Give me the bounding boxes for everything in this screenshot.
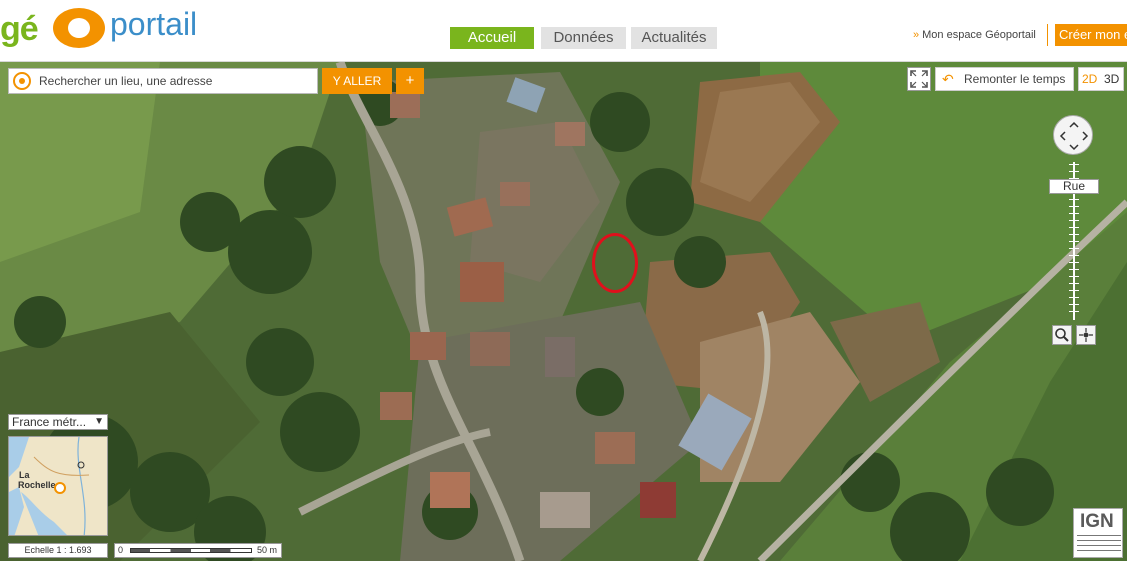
header-divider [1047, 24, 1048, 46]
aerial-imagery [0, 62, 1127, 561]
geoportail-logo[interactable]: gé portail [0, 2, 220, 50]
zoom-tick [1069, 283, 1079, 284]
go-button[interactable]: Y ALLER [322, 68, 392, 94]
tab-actualites[interactable]: Actualités [631, 27, 717, 49]
time-travel-button[interactable]: ↶ Remonter le temps [935, 67, 1074, 91]
map-view[interactable]: Y ALLER + ↶ Remonter le temps 2D 3D Rue [0, 62, 1127, 561]
logo-o-hole [68, 18, 90, 38]
scale-text: Echelle 1 : 1.693 [8, 543, 108, 558]
zoom-tick [1069, 297, 1079, 298]
time-travel-label: Remonter le temps [964, 72, 1066, 86]
zoom-tick [1069, 213, 1079, 214]
view-3d-button[interactable]: 3D [1104, 68, 1119, 90]
zoom-tick [1069, 290, 1079, 291]
zoom-tick [1069, 234, 1079, 235]
more-options-button[interactable]: + [396, 68, 424, 94]
zoom-tick [1069, 206, 1079, 207]
account-link[interactable]: » Mon espace Géoportail [913, 29, 1036, 41]
scale-max-label: 50 m [257, 545, 278, 555]
overview-label-la: La [19, 470, 30, 480]
ign-logo-subtitle [1077, 535, 1121, 555]
zoom-tick [1069, 171, 1079, 172]
projection-value: France métr... [12, 415, 87, 429]
locate-button[interactable] [1076, 325, 1096, 345]
zoom-tick [1069, 262, 1079, 263]
zoom-tick [1069, 304, 1079, 305]
fullscreen-icon [910, 70, 928, 88]
zoom-tick [1069, 255, 1079, 256]
ign-logo[interactable]: IGN [1073, 508, 1123, 558]
pan-control[interactable] [1053, 115, 1093, 155]
fullscreen-button[interactable] [907, 67, 931, 91]
crosshair-icon [1079, 328, 1093, 342]
zoom-tick [1069, 220, 1079, 221]
logo-text-ge: gé [0, 10, 39, 48]
header: gé portail Accueil Données Actualités » M… [0, 0, 1127, 62]
account-link-label: Mon espace Géoportail [922, 29, 1036, 41]
zoom-tick [1069, 248, 1079, 249]
zoom-tick [1069, 276, 1079, 277]
overview-label-rochelle: Rochelle [18, 480, 56, 490]
search-input[interactable] [39, 71, 315, 91]
magnifier-icon [1055, 328, 1069, 342]
geoportail-app: gé portail Accueil Données Actualités » M… [0, 0, 1127, 561]
compass-icon[interactable] [13, 72, 31, 90]
scale-bar: 0 50 m [114, 543, 282, 558]
zoom-search-button[interactable] [1052, 325, 1072, 345]
tab-accueil[interactable]: Accueil [450, 27, 534, 49]
create-account-button[interactable]: Créer mon e [1055, 24, 1127, 46]
view-mode-toggle: 2D 3D [1078, 67, 1124, 91]
zoom-level-label[interactable]: Rue [1049, 179, 1099, 194]
projection-select[interactable]: France métr... ▼ [8, 414, 108, 430]
overview-position-marker [54, 482, 66, 494]
zoom-tick [1069, 269, 1079, 270]
chevron-right-icon: » [913, 29, 920, 41]
overview-map[interactable]: La Rochelle [8, 436, 108, 536]
pan-arrows-icon [1059, 121, 1089, 151]
scale-bar-graphic [130, 548, 252, 553]
logo-text-portail: portail [110, 6, 198, 42]
zoom-tick [1069, 227, 1079, 228]
ign-logo-text: IGN [1080, 511, 1114, 532]
zoom-tick [1069, 311, 1079, 312]
zoom-tick [1069, 164, 1079, 165]
search-box [8, 68, 318, 94]
zoom-tick [1069, 199, 1079, 200]
tab-donnees[interactable]: Données [541, 27, 626, 49]
zoom-tick [1069, 241, 1079, 242]
back-arrow-icon: ↶ [942, 71, 954, 87]
highlight-marker [592, 233, 638, 293]
scale-zero-label: 0 [118, 545, 124, 555]
view-2d-button[interactable]: 2D [1082, 68, 1097, 90]
chevron-down-icon: ▼ [94, 416, 104, 427]
